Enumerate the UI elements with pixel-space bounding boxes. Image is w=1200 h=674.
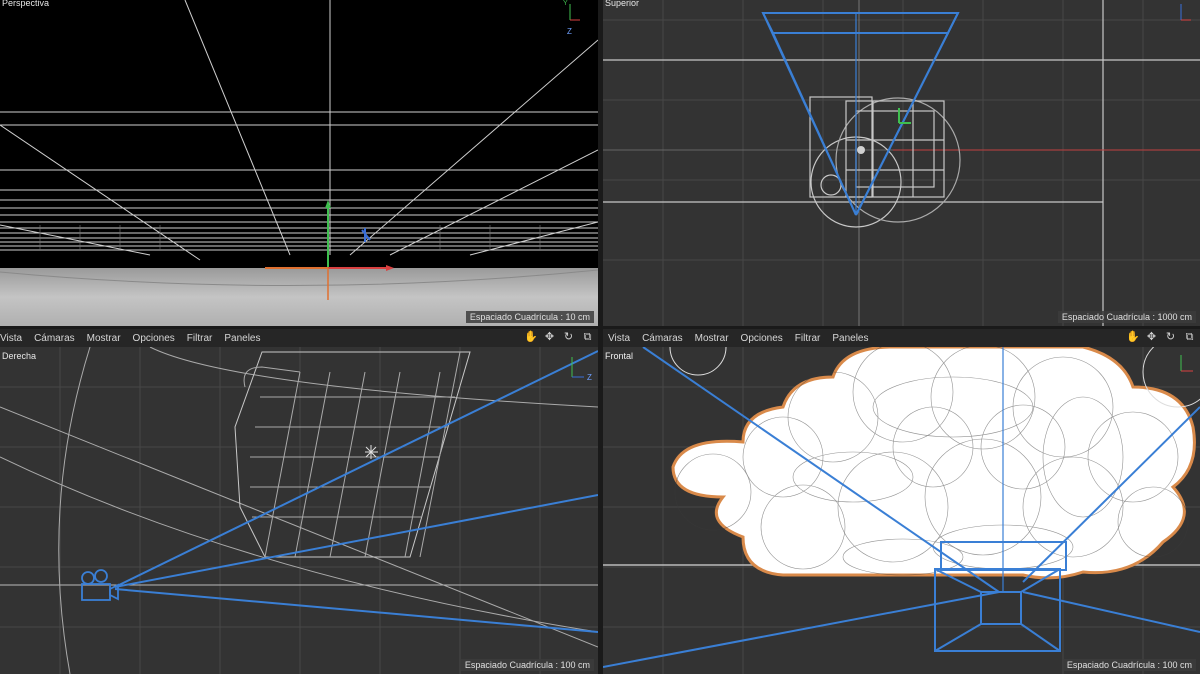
svg-text:Y: Y [563,0,568,7]
move-hand-icon[interactable]: ✋ [1126,331,1140,344]
viewport-front[interactable]: Frontal Espaciado Cuadrícula : 100 cm [603,347,1200,674]
top-camera-frustum [761,12,960,216]
axis-icon-right: Z [571,357,592,381]
perspective-scene [0,0,598,326]
menu-filtrar[interactable]: Filtrar [187,333,213,344]
menubar-bottom-left: Vista Cámaras Mostrar Opciones Filtrar P… [0,329,598,347]
grid-spacing-perspective: Espaciado Cuadrícula : 10 cm [465,311,594,323]
viewport-label-right: Derecha [2,351,37,361]
right-camera-frustum [114,350,598,633]
rotate-icon[interactable]: ↻ [1164,331,1177,344]
move-arrows-icon[interactable]: ✥ [543,331,556,344]
viewport-label-front: Frontal [605,351,634,361]
menu-mostrar[interactable]: Mostrar [87,333,121,344]
grid-spacing-right: Espaciado Cuadrícula : 100 cm [460,659,594,671]
menu-camaras[interactable]: Cámaras [34,333,75,344]
menu-mostrar[interactable]: Mostrar [695,333,729,344]
menu-vista[interactable]: Vista [608,333,630,344]
svg-text:Z: Z [567,27,572,36]
move-hand-icon[interactable]: ✋ [524,331,538,344]
menu-filtrar[interactable]: Filtrar [795,333,821,344]
menubar-bottom-right: Vista Cámaras Mostrar Opciones Filtrar P… [603,329,1200,347]
front-scene [603,347,1200,674]
menu-opciones[interactable]: Opciones [133,333,175,344]
grid-spacing-top: Espaciado Cuadrícula : 1000 cm [1057,311,1196,323]
viewport-label-perspective: Perspectiva [2,0,50,8]
menu-paneles[interactable]: Paneles [224,333,260,344]
menu-opciones[interactable]: Opciones [741,333,783,344]
top-scene [603,0,1200,326]
viewport-right[interactable]: Derecha Espaciado Cuadrícula : 100 cm Z [0,347,598,674]
menu-vista[interactable]: Vista [0,333,22,344]
svg-text:Z: Z [587,373,592,381]
menu-paneles[interactable]: Paneles [832,333,868,344]
axis-icon-perspective: Z Y [563,0,580,36]
right-scene [0,347,598,674]
grid-spacing-front: Espaciado Cuadrícula : 100 cm [1062,659,1196,671]
maximize-icon[interactable]: ⧉ [1183,331,1196,344]
viewport-perspective[interactable]: Perspectiva Espaciado Cuadrícula : 10 cm… [0,0,598,326]
axis-icon-front [1180,355,1193,372]
axis-icon-top [1180,4,1191,21]
viewport-label-top: Superior [605,0,640,8]
maximize-icon[interactable]: ⧉ [581,331,594,344]
perspective-grid [0,0,598,261]
rotate-icon[interactable]: ↻ [562,331,575,344]
viewport-top[interactable]: Superior Espaciado Cuadrícula : 1000 cm [603,0,1200,326]
move-arrows-icon[interactable]: ✥ [1145,331,1158,344]
top-grid [603,0,1200,326]
menu-camaras[interactable]: Cámaras [642,333,683,344]
